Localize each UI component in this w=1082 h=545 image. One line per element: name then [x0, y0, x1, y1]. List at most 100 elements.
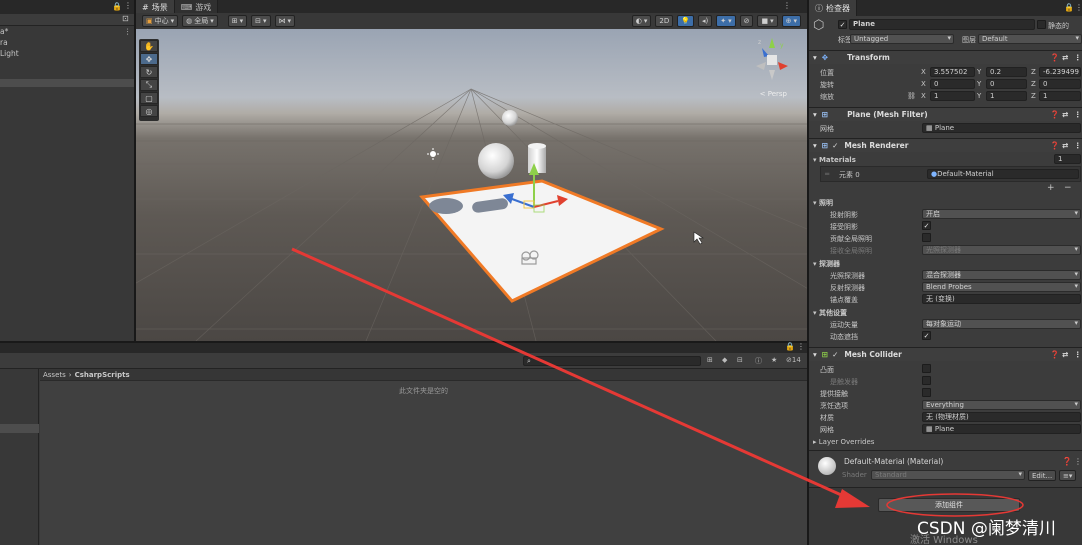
presets-icon[interactable]: ⇄ [1062, 110, 1068, 119]
search-by-type-icon[interactable]: ⊞ [707, 356, 713, 364]
collider-mesh-field[interactable]: ▦ Plane [922, 424, 1081, 434]
mesh-filter-mesh-field[interactable]: ▦ Plane [922, 123, 1081, 133]
mesh-filter-header[interactable]: ▾ ⊞ Plane (Mesh Filter) ❓ ⇄ ⋮ [809, 107, 1082, 121]
shader-dropdown[interactable]: Standard [871, 470, 1025, 480]
move-tool-button[interactable]: ✥ [140, 53, 158, 65]
snap-settings-button[interactable]: ⋈ ▾ [274, 15, 296, 27]
scale-y-field[interactable]: 1 [986, 91, 1027, 101]
lock-icon[interactable]: 🔒 [112, 2, 122, 11]
rotate-tool-button[interactable]: ↻ [140, 66, 158, 78]
help-icon[interactable]: ❓ [1050, 141, 1059, 150]
additional-settings-foldout[interactable]: ▾ 其他设置 [813, 308, 847, 318]
cast-shadows-dropdown[interactable]: 开启 [922, 209, 1081, 219]
hierarchy-item[interactable]: Light [0, 48, 134, 59]
hierarchy-item[interactable]: ra [0, 37, 134, 48]
scale-tool-button[interactable]: ⤡ [140, 79, 158, 91]
drag-handle-icon[interactable]: ═ [825, 170, 829, 178]
mesh-renderer-header[interactable]: ▾ ⊞ ✓ Mesh Renderer ❓ ⇄ ⋮ [809, 138, 1082, 152]
reflection-probes-dropdown[interactable]: Blend Probes [922, 282, 1081, 292]
lock-icon[interactable]: 🔒 [785, 342, 795, 351]
materials-foldout[interactable]: ▾ Materials [813, 156, 856, 164]
motion-vectors-dropdown[interactable]: 每对象运动 [922, 319, 1081, 329]
dynamic-occlusion-checkbox[interactable]: ✓ [922, 331, 931, 340]
rotation-y-field[interactable]: 0 [986, 79, 1027, 89]
contribute-gi-checkbox[interactable] [922, 233, 931, 242]
perspective-label[interactable]: < Persp [760, 90, 787, 98]
breadcrumb-current[interactable]: CsharpScripts [75, 371, 130, 379]
breadcrumb-assets[interactable]: Assets [43, 371, 66, 379]
material-element-field[interactable]: ●Default-Material [927, 169, 1079, 179]
enable-checkmark-icon[interactable]: ✓ [832, 141, 838, 150]
scene-viewport[interactable]: z y ✋ ✥ ↻ ⤡ ▢ ◎ < Persp [136, 29, 807, 341]
presets-icon[interactable]: ⇄ [1062, 350, 1068, 359]
more-menu-icon[interactable]: ⋮ [1074, 110, 1082, 119]
project-search-input[interactable]: ⌕ [523, 356, 701, 366]
cooking-options-dropdown[interactable]: Everything [922, 400, 1081, 410]
position-z-field[interactable]: -6.239499 [1039, 67, 1081, 77]
hand-tool-button[interactable]: ✋ [140, 40, 158, 52]
materials-count-field[interactable]: 1 [1054, 154, 1081, 164]
folder-tree-selected-item[interactable] [0, 424, 39, 433]
info-icon[interactable]: ⓘ [755, 356, 762, 366]
audio-toggle[interactable]: ◂) [697, 15, 713, 27]
lock-icon[interactable]: 🔒 [1064, 3, 1074, 12]
presets-icon[interactable]: ⇄ [1062, 141, 1068, 150]
light-probes-dropdown[interactable]: 混合探测器 [922, 270, 1081, 280]
filter-icon[interactable]: ⊟ [737, 356, 743, 364]
more-menu-icon[interactable]: ⋮ [1074, 53, 1082, 62]
grid-snap-button[interactable]: ⊞ ▾ [227, 15, 248, 27]
scale-z-field[interactable]: 1 [1039, 91, 1081, 101]
more-menu-icon[interactable]: ⋮ [124, 1, 132, 10]
help-icon[interactable]: ❓ [1050, 350, 1059, 359]
hidden-packages-icon[interactable]: ⊘14 [786, 356, 801, 364]
toggle-2d-button[interactable]: 2D [655, 15, 674, 27]
link-icon[interactable]: ⛓ [907, 92, 916, 100]
scale-x-field[interactable]: 1 [930, 91, 975, 101]
help-icon[interactable]: ❓ [1062, 457, 1072, 466]
draw-mode-button[interactable]: ◐ ▾ [631, 15, 652, 27]
help-icon[interactable]: ❓ [1050, 110, 1059, 119]
active-checkbox[interactable]: ✓ [838, 20, 847, 29]
camera-settings-button[interactable]: ■ ▾ [757, 15, 778, 27]
more-menu-icon[interactable]: ⋮ [1074, 457, 1082, 466]
layer-dropdown[interactable]: Default [978, 34, 1082, 44]
maximize-icon[interactable]: ⋮ [783, 1, 791, 10]
more-menu-icon[interactable]: ⋮ [1074, 141, 1082, 150]
more-menu-icon[interactable]: ⋮ [797, 342, 805, 351]
rotation-z-field[interactable]: 0 [1039, 79, 1081, 89]
rotation-x-field[interactable]: 0 [930, 79, 975, 89]
help-icon[interactable]: ❓ [1050, 53, 1059, 62]
transform-tool-button[interactable]: ◎ [140, 105, 158, 117]
convex-checkbox[interactable] [922, 364, 931, 373]
increment-snap-button[interactable]: ⊟ ▾ [251, 15, 271, 27]
receive-shadows-checkbox[interactable]: ✓ [922, 221, 931, 230]
more-menu-icon[interactable]: ⋮ [124, 26, 132, 37]
hierarchy-item[interactable]: a* ⋮ [0, 26, 134, 37]
tab-scene[interactable]: # 场景 [136, 0, 175, 14]
gizmos-toggle[interactable]: ⊕ ▾ [781, 15, 801, 27]
layer-overrides-foldout[interactable]: ▸ Layer Overrides [813, 438, 874, 446]
static-checkbox[interactable] [1037, 20, 1046, 29]
effects-toggle[interactable]: ✦ ▾ [716, 15, 736, 27]
shader-options-button[interactable]: ≡▾ [1059, 470, 1077, 481]
object-name-field[interactable]: Plane [849, 19, 1035, 30]
search-filter-icon[interactable]: ⊡ [122, 14, 129, 23]
physic-material-field[interactable]: 无 (物理材质) [922, 412, 1081, 422]
edit-shader-button[interactable]: Edit... [1028, 470, 1057, 481]
more-menu-icon[interactable]: ⋮ [1075, 3, 1082, 12]
rect-tool-button[interactable]: ▢ [140, 92, 158, 104]
remove-element-button[interactable]: − [1064, 183, 1072, 193]
pivot-toggle[interactable]: ▣ 中心 ▾ [142, 15, 179, 27]
lighting-toggle[interactable]: 💡 [677, 15, 694, 27]
probes-foldout[interactable]: ▾ 探测器 [813, 259, 840, 269]
position-x-field[interactable]: 3.557502 [930, 67, 975, 77]
search-by-label-icon[interactable]: ◆ [722, 356, 727, 364]
lighting-foldout[interactable]: ▾ 照明 [813, 198, 833, 208]
tag-dropdown[interactable]: Untagged [850, 34, 954, 44]
hierarchy-item-selected[interactable] [0, 79, 134, 87]
presets-icon[interactable]: ⇄ [1062, 53, 1068, 62]
hidden-objects-toggle[interactable]: ⊘ [739, 15, 754, 27]
add-element-button[interactable]: + [1047, 183, 1055, 193]
transform-header[interactable]: ▾ ✥ Transform ❓ ⇄ ⋮ [809, 50, 1082, 64]
tab-game[interactable]: ⌨ 游戏 [174, 0, 219, 14]
